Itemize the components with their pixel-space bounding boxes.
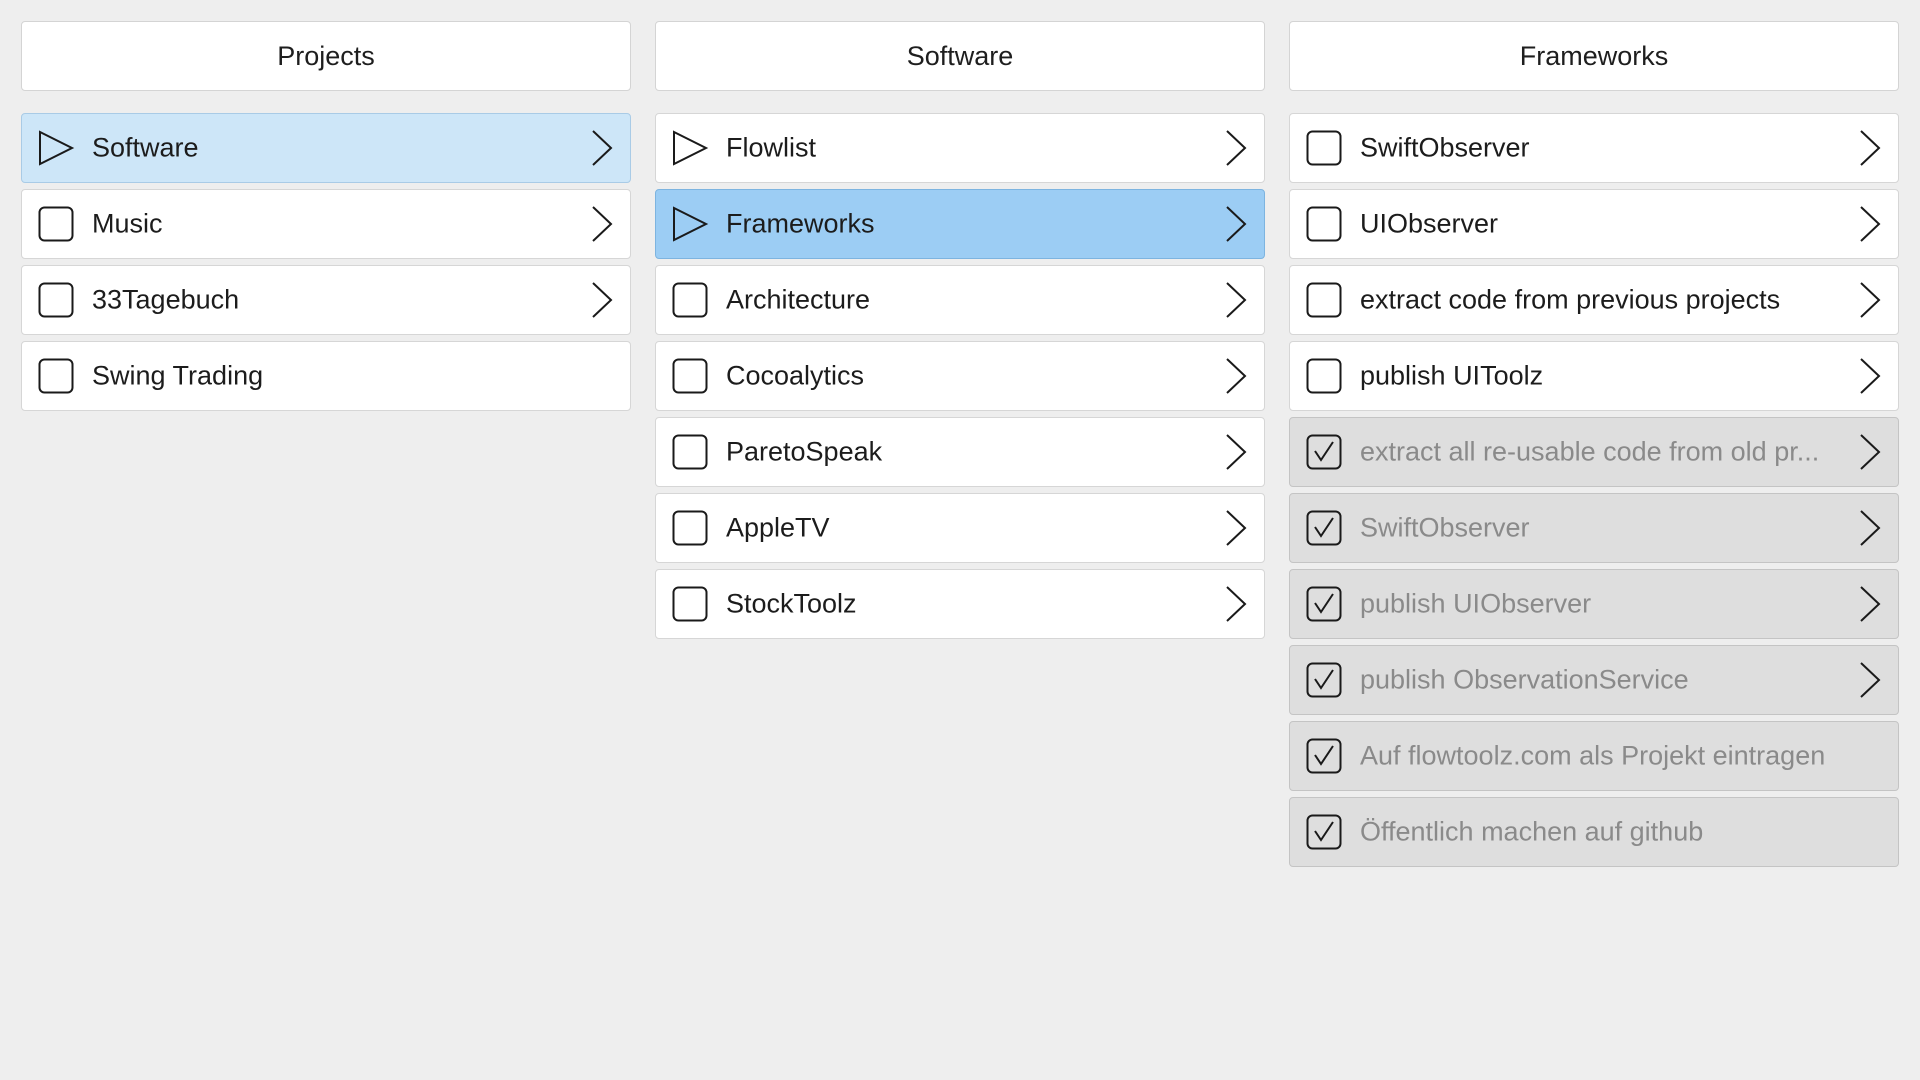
play-icon[interactable]	[671, 205, 709, 243]
item-label: publish UIObserver	[1360, 588, 1592, 619]
item-label: Swing Trading	[92, 360, 264, 391]
list-item[interactable]: Software	[21, 113, 631, 183]
checkbox-icon[interactable]	[1305, 129, 1343, 167]
checkbox-icon[interactable]	[37, 205, 75, 243]
checkbox-icon[interactable]	[1305, 281, 1343, 319]
list-item[interactable]: UIObserver	[1289, 189, 1899, 259]
chevron-right-icon[interactable]	[1856, 507, 1884, 549]
item-label: Flowlist	[726, 132, 817, 163]
item-label: Frameworks	[726, 208, 875, 239]
chevron-right-icon[interactable]	[1222, 203, 1250, 245]
item-label: Cocoalytics	[726, 360, 865, 391]
play-icon[interactable]	[671, 129, 709, 167]
item-label: publish ObservationService	[1360, 664, 1689, 695]
list-item[interactable]: ParetoSpeak	[655, 417, 1265, 487]
item-label: Öffentlich machen auf github	[1360, 816, 1704, 847]
item-list: Flowlist Frameworks Architecture Cocoalytic…	[655, 113, 1265, 639]
item-list: SwiftObserver UIObserver extract code from…	[1289, 113, 1899, 867]
list-item[interactable]: AppleTV	[655, 493, 1265, 563]
item-label: SwiftObserver	[1360, 132, 1530, 163]
list-item[interactable]: publish UIToolz	[1289, 341, 1899, 411]
item-label: StockToolz	[726, 588, 857, 619]
checked-checkbox-icon[interactable]	[1305, 813, 1343, 851]
list-item[interactable]: SwiftObserver	[1289, 113, 1899, 183]
list-item[interactable]: Architecture	[655, 265, 1265, 335]
chevron-right-icon[interactable]	[1222, 583, 1250, 625]
column-header: Software	[655, 21, 1265, 91]
item-label: Music	[92, 208, 163, 239]
item-label: Auf flowtoolz.com als Projekt eintragen	[1360, 740, 1826, 771]
columns-board: Projects Software Music 33Tagebuch Swing Tra…	[21, 21, 1899, 867]
chevron-right-icon[interactable]	[1856, 583, 1884, 625]
list-item[interactable]: extract all re-usable code from old pr..…	[1289, 417, 1899, 487]
chevron-right-icon[interactable]	[1856, 355, 1884, 397]
column-frameworks: Frameworks SwiftObserver UIObserver extract…	[1289, 21, 1899, 867]
list-item[interactable]: Auf flowtoolz.com als Projekt eintragen	[1289, 721, 1899, 791]
chevron-right-icon[interactable]	[1856, 203, 1884, 245]
item-label: AppleTV	[726, 512, 830, 543]
checkbox-icon[interactable]	[37, 357, 75, 395]
chevron-right-icon[interactable]	[1856, 127, 1884, 169]
play-icon[interactable]	[37, 129, 75, 167]
chevron-right-icon[interactable]	[588, 203, 616, 245]
checkbox-icon[interactable]	[671, 357, 709, 395]
chevron-right-icon[interactable]	[1856, 659, 1884, 701]
item-label: publish UIToolz	[1360, 360, 1544, 391]
column-projects: Projects Software Music 33Tagebuch Swing Tra…	[21, 21, 631, 867]
checkbox-icon[interactable]	[37, 281, 75, 319]
list-item[interactable]: Frameworks	[655, 189, 1265, 259]
checked-checkbox-icon[interactable]	[1305, 509, 1343, 547]
chevron-right-icon[interactable]	[1222, 127, 1250, 169]
list-item[interactable]: SwiftObserver	[1289, 493, 1899, 563]
item-list: Software Music 33Tagebuch Swing Trading	[21, 113, 631, 411]
list-item[interactable]: Flowlist	[655, 113, 1265, 183]
chevron-right-icon[interactable]	[1222, 355, 1250, 397]
item-label: ParetoSpeak	[726, 436, 883, 467]
item-label: Architecture	[726, 284, 871, 315]
chevron-right-icon[interactable]	[1856, 279, 1884, 321]
chevron-right-icon[interactable]	[1222, 431, 1250, 473]
item-label: UIObserver	[1360, 208, 1499, 239]
checkbox-icon[interactable]	[671, 433, 709, 471]
checkbox-icon[interactable]	[671, 585, 709, 623]
column-header: Projects	[21, 21, 631, 91]
list-item[interactable]: Öffentlich machen auf github	[1289, 797, 1899, 867]
item-label: extract code from previous projects	[1360, 284, 1781, 315]
chevron-right-icon[interactable]	[1856, 431, 1884, 473]
column-software: Software Flowlist Frameworks Architecture Co…	[655, 21, 1265, 867]
chevron-right-icon[interactable]	[1222, 279, 1250, 321]
column-header: Frameworks	[1289, 21, 1899, 91]
checked-checkbox-icon[interactable]	[1305, 661, 1343, 699]
list-item[interactable]: StockToolz	[655, 569, 1265, 639]
chevron-right-icon[interactable]	[1222, 507, 1250, 549]
list-item[interactable]: Cocoalytics	[655, 341, 1265, 411]
checked-checkbox-icon[interactable]	[1305, 585, 1343, 623]
list-item[interactable]: Swing Trading	[21, 341, 631, 411]
item-label: 33Tagebuch	[92, 284, 240, 315]
list-item[interactable]: 33Tagebuch	[21, 265, 631, 335]
list-item[interactable]: Music	[21, 189, 631, 259]
item-label: extract all re-usable code from old pr..…	[1360, 436, 1820, 467]
list-item[interactable]: extract code from previous projects	[1289, 265, 1899, 335]
checked-checkbox-icon[interactable]	[1305, 433, 1343, 471]
list-item[interactable]: publish UIObserver	[1289, 569, 1899, 639]
item-label: Software	[92, 132, 199, 163]
checkbox-icon[interactable]	[671, 281, 709, 319]
list-item[interactable]: publish ObservationService	[1289, 645, 1899, 715]
checkbox-icon[interactable]	[1305, 357, 1343, 395]
chevron-right-icon[interactable]	[588, 127, 616, 169]
checkbox-icon[interactable]	[1305, 205, 1343, 243]
chevron-right-icon[interactable]	[588, 279, 616, 321]
checked-checkbox-icon[interactable]	[1305, 737, 1343, 775]
item-label: SwiftObserver	[1360, 512, 1530, 543]
checkbox-icon[interactable]	[671, 509, 709, 547]
